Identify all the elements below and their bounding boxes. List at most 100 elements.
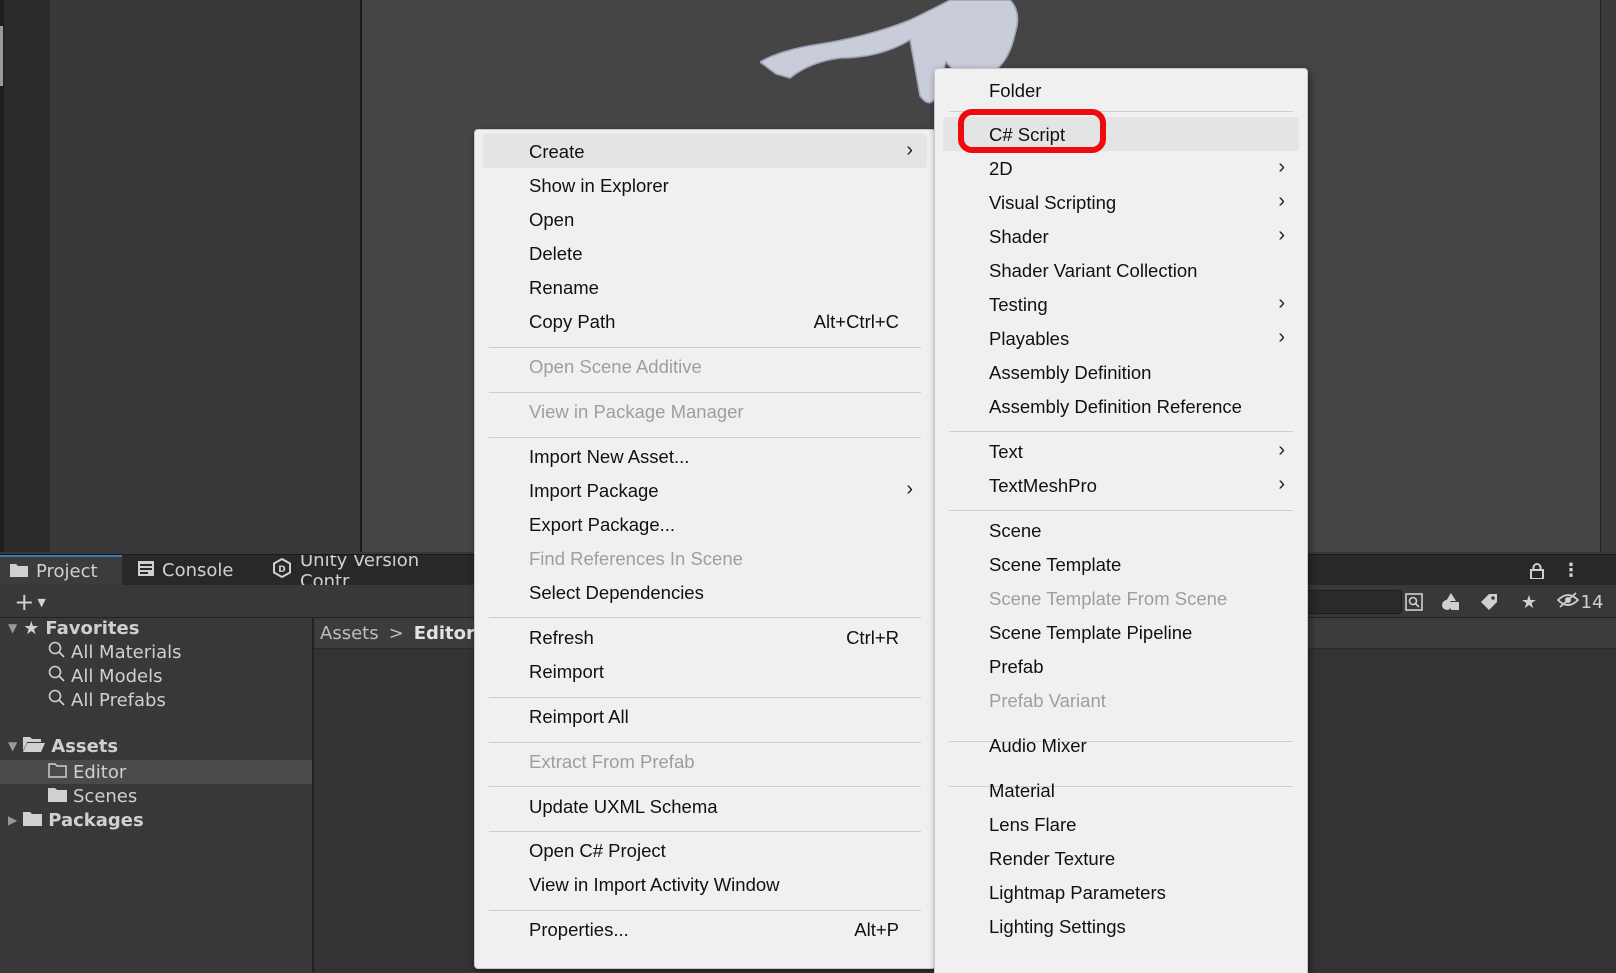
submenu-item-scene-template-pipeline[interactable]: Scene Template Pipeline <box>943 615 1299 649</box>
menu-item-rename[interactable]: Rename <box>483 270 927 304</box>
menu-item-refresh[interactable]: Refresh Ctrl+R <box>483 620 927 654</box>
menu-separator <box>489 910 921 911</box>
menu-item-export-package[interactable]: Export Package... <box>483 507 927 541</box>
submenu-item-assembly-definition[interactable]: Assembly Definition <box>943 355 1299 389</box>
favorite-star-icon[interactable]: ★ <box>1514 589 1544 615</box>
filter-by-type-icon[interactable] <box>1436 589 1466 615</box>
menu-item-label: Audio Mixer <box>989 735 1087 756</box>
search-icon <box>48 641 65 663</box>
menu-item-reimport-all[interactable]: Reimport All <box>483 699 927 733</box>
open-folder-icon <box>23 736 46 757</box>
menu-item-label: Shader Variant Collection <box>989 260 1198 281</box>
tree-item-all-models[interactable]: All Models <box>48 664 162 688</box>
tree-item-scenes[interactable]: Scenes <box>48 784 137 808</box>
menu-separator <box>949 510 1293 511</box>
menu-item-open[interactable]: Open <box>483 202 927 236</box>
tree-favorites-label: Favorites <box>45 617 140 639</box>
search-by-type-icon[interactable] <box>1400 589 1428 615</box>
submenu-item-assembly-definition-reference[interactable]: Assembly Definition Reference <box>943 389 1299 423</box>
add-asset-button[interactable]: + ▼ <box>8 588 52 616</box>
tree-item-label: All Materials <box>71 641 182 663</box>
menu-item-label: Scene Template Pipeline <box>989 622 1193 643</box>
menu-item-label: Scene Template <box>989 554 1122 575</box>
menu-separator <box>489 392 921 393</box>
tree-assets[interactable]: ▼ Assets <box>8 734 118 758</box>
menu-item-import-package[interactable]: Import Package › <box>483 473 927 507</box>
tab-project[interactable]: Project <box>0 555 122 586</box>
menu-separator <box>489 347 921 348</box>
breadcrumb-trail: Assets > Editor <box>320 621 475 645</box>
chevron-right-icon: › <box>1278 473 1285 495</box>
menu-item-copy-path[interactable]: Copy Path Alt+Ctrl+C <box>483 304 927 338</box>
menu-item-reimport[interactable]: Reimport <box>483 654 927 688</box>
menu-item-label: Copy Path <box>529 311 616 332</box>
menu-item-show-in-explorer[interactable]: Show in Explorer <box>483 168 927 202</box>
breadcrumb-editor[interactable]: Editor <box>414 623 475 644</box>
menu-separator <box>949 431 1293 432</box>
submenu-item-scene-template-from-scene: Scene Template From Scene <box>943 581 1299 615</box>
filter-by-label-icon[interactable] <box>1474 589 1504 615</box>
menu-item-label: Open C# Project <box>529 840 666 861</box>
more-options-icon[interactable]: ⋮ <box>1562 555 1590 586</box>
submenu-item-lighting-settings[interactable]: Lighting Settings <box>943 909 1299 943</box>
submenu-item-visual-scripting[interactable]: Visual Scripting › <box>943 185 1299 219</box>
menu-item-label: Visual Scripting <box>989 192 1117 213</box>
submenu-item-textmeshpro[interactable]: TextMeshPro › <box>943 468 1299 502</box>
submenu-item-render-texture[interactable]: Render Texture <box>943 841 1299 875</box>
submenu-item-playables[interactable]: Playables › <box>943 321 1299 355</box>
submenu-item-testing[interactable]: Testing › <box>943 287 1299 321</box>
tree-packages[interactable]: ▶ Packages <box>8 808 144 832</box>
menu-item-import-new-asset[interactable]: Import New Asset... <box>483 439 927 473</box>
menu-item-open-csharp-project[interactable]: Open C# Project <box>483 833 927 867</box>
tree-item-all-materials[interactable]: All Materials <box>48 640 182 664</box>
chevron-right-icon: › <box>1278 224 1285 246</box>
menu-item-label: Update UXML Schema <box>529 796 718 817</box>
menu-item-label: Lighting Settings <box>989 916 1126 937</box>
breadcrumb-assets[interactable]: Assets <box>320 623 379 644</box>
submenu-item-2d[interactable]: 2D › <box>943 151 1299 185</box>
tab-console-label: Console <box>162 560 234 581</box>
menu-item-open-scene-additive: Open Scene Additive <box>483 349 927 383</box>
tree-favorites[interactable]: ▼ ★ Favorites <box>8 616 139 640</box>
submenu-item-lightmap-parameters[interactable]: Lightmap Parameters <box>943 875 1299 909</box>
menu-item-label: Prefab Variant <box>989 690 1106 711</box>
menu-item-delete[interactable]: Delete <box>483 236 927 270</box>
tree-item-all-prefabs[interactable]: All Prefabs <box>48 688 166 712</box>
tab-unity-version-control[interactable]: D Unity Version Contr <box>262 555 472 586</box>
submenu-item-prefab[interactable]: Prefab <box>943 649 1299 683</box>
submenu-item-text[interactable]: Text › <box>943 434 1299 468</box>
submenu-item-lens-flare[interactable]: Lens Flare <box>943 807 1299 841</box>
menu-item-find-references-in-scene: Find References In Scene <box>483 541 927 575</box>
submenu-item-scene-template[interactable]: Scene Template <box>943 547 1299 581</box>
menu-item-label: TextMeshPro <box>989 475 1097 496</box>
menu-item-view-in-import-activity-window[interactable]: View in Import Activity Window <box>483 867 927 901</box>
menu-item-label: Shader <box>989 226 1049 247</box>
submenu-item-folder[interactable]: Folder <box>943 73 1299 107</box>
menu-item-label: Find References In Scene <box>529 548 743 569</box>
menu-item-label: Import Package <box>529 480 659 501</box>
menu-separator <box>489 742 921 743</box>
submenu-item-prefab-variant: Prefab Variant <box>943 683 1299 717</box>
menu-item-shortcut: Alt+Ctrl+C <box>813 311 899 332</box>
menu-item-update-uxml-schema[interactable]: Update UXML Schema <box>483 789 927 823</box>
menu-item-label: Playables <box>989 328 1070 349</box>
submenu-item-audio-mixer[interactable]: Audio Mixer <box>943 728 1299 762</box>
menu-item-create[interactable]: Create › <box>483 134 927 168</box>
lock-icon[interactable] <box>1530 555 1562 586</box>
folder-outline-icon <box>48 762 67 783</box>
menu-separator <box>489 831 921 832</box>
context-menu: Create › Show in Explorer Open Delete Re… <box>474 129 936 969</box>
menu-separator <box>489 697 921 698</box>
submenu-item-scene[interactable]: Scene <box>943 513 1299 547</box>
menu-item-label: Folder <box>989 80 1042 101</box>
submenu-item-material[interactable]: Material <box>943 773 1299 807</box>
submenu-item-shader-variant-collection[interactable]: Shader Variant Collection <box>943 253 1299 287</box>
tree-item-editor[interactable]: Editor <box>48 760 126 784</box>
hidden-packages-toggle[interactable]: 14 <box>1552 589 1608 615</box>
menu-item-label: Extract From Prefab <box>529 751 695 772</box>
menu-item-select-dependencies[interactable]: Select Dependencies <box>483 575 927 609</box>
menu-item-label: Export Package... <box>529 514 676 535</box>
menu-item-properties[interactable]: Properties... Alt+P <box>483 912 927 946</box>
tab-console[interactable]: Console <box>128 555 248 586</box>
submenu-item-shader[interactable]: Shader › <box>943 219 1299 253</box>
